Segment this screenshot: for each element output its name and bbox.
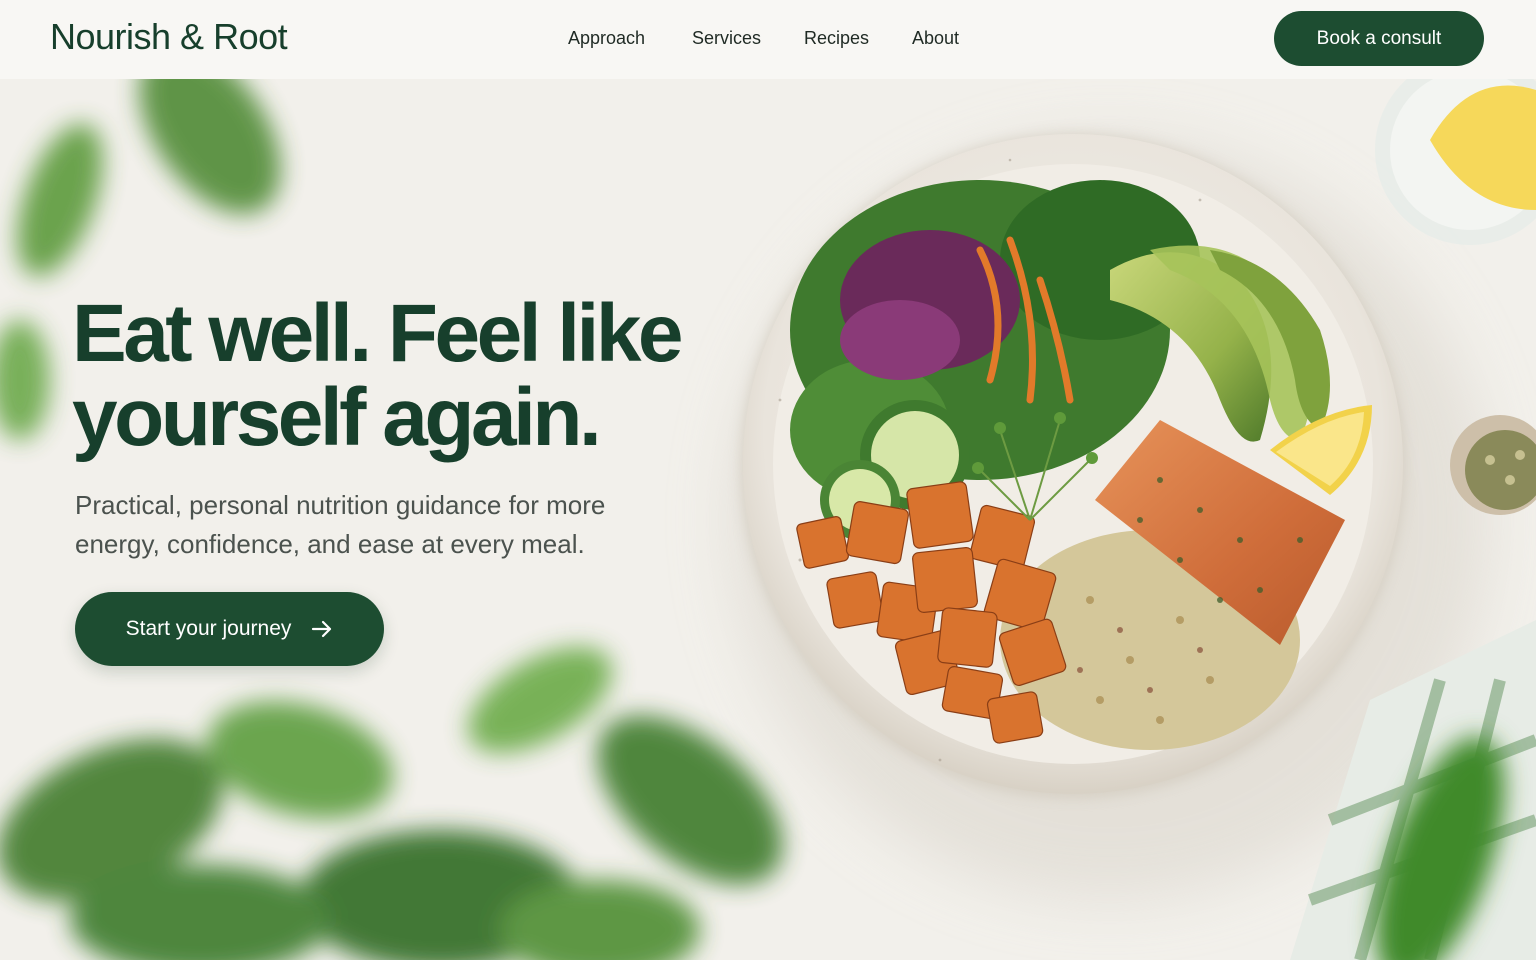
arrow-right-icon xyxy=(312,620,332,638)
nav-link-about[interactable]: About xyxy=(912,27,959,49)
hero-headline: Eat well. Feel like yourself again. xyxy=(72,288,684,463)
start-journey-label: Start your journey xyxy=(125,617,292,640)
site-header: Nourish & Root Approach Services Recipes… xyxy=(0,0,1536,79)
nav-link-services[interactable]: Services xyxy=(692,27,761,49)
start-journey-button[interactable]: Start your journey xyxy=(75,592,384,666)
nav-link-approach[interactable]: Approach xyxy=(568,27,645,49)
book-consult-button[interactable]: Book a consult xyxy=(1274,11,1484,66)
hero-image xyxy=(0,0,1536,960)
nav-link-recipes[interactable]: Recipes xyxy=(804,27,869,49)
brand-logo[interactable]: Nourish & Root xyxy=(50,15,288,59)
hero-subheadline: Practical, personal nutrition guidance f… xyxy=(75,490,606,559)
